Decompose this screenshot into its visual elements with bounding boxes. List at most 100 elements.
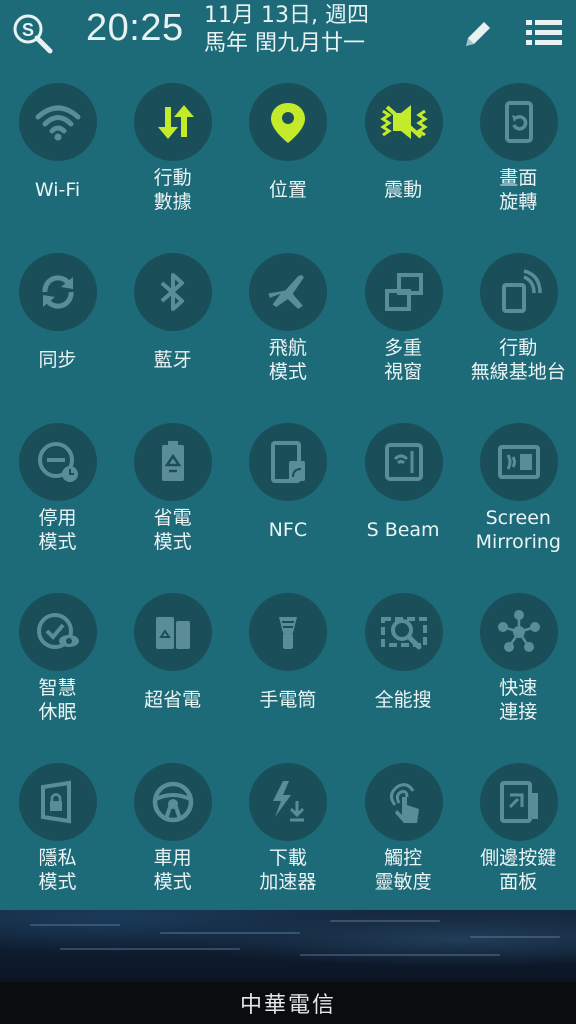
tile-sync[interactable]: 同步 xyxy=(0,238,115,408)
tile-toggle-circle[interactable] xyxy=(479,83,558,161)
tile-toggle-circle[interactable] xyxy=(19,253,97,331)
carrier-bar: 中華電信 xyxy=(0,982,576,1024)
lunar-date-label: 馬年 閏九月廿一 xyxy=(204,31,365,56)
tile-label: 飛航 模式 xyxy=(268,337,307,383)
tile-wifi[interactable]: Wi-Fi xyxy=(0,68,115,238)
ultra-power-saving-icon xyxy=(156,617,191,649)
quick-connect-icon xyxy=(497,610,540,652)
tile-toggle-circle[interactable] xyxy=(479,423,558,501)
tile-airplane[interactable]: 飛航 模式 xyxy=(230,238,345,408)
tile-label: 全能搜 xyxy=(374,689,432,711)
tile-toggle-circle[interactable] xyxy=(19,593,97,671)
tile-toggle-circle[interactable] xyxy=(249,253,328,331)
edit-pencil-icon[interactable] xyxy=(460,16,496,52)
tile-quick-connect[interactable]: 快速 連接 xyxy=(461,578,576,748)
tile-bluetooth[interactable]: 藍牙 xyxy=(115,238,230,408)
wallpaper-strip xyxy=(0,910,576,982)
tile-s-finder-search[interactable]: 全能搜 xyxy=(346,578,461,748)
tile-vibrate[interactable]: 震動 xyxy=(346,68,461,238)
tile-toggle-circle[interactable] xyxy=(134,423,213,501)
car-mode-icon xyxy=(152,781,194,823)
tile-touch-sensitivity[interactable]: 觸控 靈敏度 xyxy=(346,748,461,918)
clock: 20:25 xyxy=(86,7,184,49)
tile-label: 同步 xyxy=(38,349,77,371)
tile-toggle-circle[interactable] xyxy=(364,763,443,841)
wifi-icon xyxy=(35,105,81,141)
s-finder-search-icon xyxy=(380,617,427,650)
tile-toggle-circle[interactable] xyxy=(249,593,328,671)
bluetooth-icon xyxy=(160,273,185,311)
date-label: 11月 13日, 週四 xyxy=(204,3,369,28)
blocking-mode-icon xyxy=(38,442,78,482)
tile-label: 觸控 靈敏度 xyxy=(374,847,432,893)
tile-download-booster[interactable]: 下載 加速器 xyxy=(230,748,345,918)
tile-nfc[interactable]: NFC xyxy=(230,408,345,578)
tile-toggle-circle[interactable] xyxy=(134,253,213,331)
tile-label: 車用 模式 xyxy=(153,847,192,893)
airplane-icon xyxy=(268,275,305,310)
sync-icon xyxy=(42,275,74,309)
tile-label: 藍牙 xyxy=(153,349,192,371)
tile-toggle-circle[interactable] xyxy=(364,423,443,501)
download-booster-icon xyxy=(273,781,305,822)
tile-toggle-circle[interactable] xyxy=(19,83,97,161)
tile-toggle-circle[interactable] xyxy=(479,253,558,331)
tile-toggle-circle[interactable] xyxy=(364,593,443,671)
tile-side-key-panel[interactable]: 側邊按鍵 面板 xyxy=(461,748,576,918)
tile-flashlight[interactable]: 手電筒 xyxy=(230,578,345,748)
tile-toggle-circle[interactable] xyxy=(364,83,443,161)
tile-label: Wi-Fi xyxy=(34,179,81,201)
notification-header: S 20:25 11月 13日, 週四 馬年 閏九月廿一 xyxy=(0,0,576,68)
tile-label: 側邊按鍵 面板 xyxy=(480,847,557,893)
tile-screen-rotation[interactable]: 畫面 旋轉 xyxy=(461,68,576,238)
mobile-data-icon xyxy=(158,105,195,139)
tile-label: 畫面 旋轉 xyxy=(499,167,538,213)
screen-mirroring-icon xyxy=(497,445,540,479)
tile-screen-mirroring[interactable]: Screen Mirroring xyxy=(461,408,576,578)
s-beam-icon xyxy=(384,443,423,481)
tile-label: 隱私 模式 xyxy=(38,847,77,893)
multi-window-icon xyxy=(384,273,423,311)
tile-label: 行動 數據 xyxy=(153,167,192,213)
tile-location[interactable]: 位置 xyxy=(230,68,345,238)
tile-power-saving[interactable]: 省電 模式 xyxy=(115,408,230,578)
tile-label: 手電筒 xyxy=(259,689,317,711)
hotspot-icon xyxy=(501,269,542,313)
list-view-icon[interactable] xyxy=(524,16,564,50)
tile-mobile-data[interactable]: 行動 數據 xyxy=(115,68,230,238)
tile-toggle-circle[interactable] xyxy=(364,253,443,331)
tile-toggle-circle[interactable] xyxy=(249,83,328,161)
vibrate-icon xyxy=(379,105,428,139)
tile-car-mode[interactable]: 車用 模式 xyxy=(115,748,230,918)
private-mode-icon xyxy=(41,780,71,824)
tile-toggle-circle[interactable] xyxy=(479,763,558,841)
tile-label: 位置 xyxy=(268,179,307,201)
tile-toggle-circle[interactable] xyxy=(19,763,97,841)
tile-ultra-power-saving[interactable]: 超省電 xyxy=(115,578,230,748)
power-saving-icon xyxy=(162,441,185,481)
tile-hotspot[interactable]: 行動 無線基地台 xyxy=(461,238,576,408)
tile-smart-stay[interactable]: 智慧 休眠 xyxy=(0,578,115,748)
tile-blocking-mode[interactable]: 停用 模式 xyxy=(0,408,115,578)
tile-label: 停用 模式 xyxy=(38,507,77,553)
tile-toggle-circle[interactable] xyxy=(134,593,213,671)
tile-toggle-circle[interactable] xyxy=(134,83,213,161)
tile-toggle-circle[interactable] xyxy=(19,423,97,501)
carrier-label: 中華電信 xyxy=(239,993,336,1018)
tile-toggle-circle[interactable] xyxy=(249,763,328,841)
tile-toggle-circle[interactable] xyxy=(249,423,328,501)
tile-private-mode[interactable]: 隱私 模式 xyxy=(0,748,115,918)
tile-label: 超省電 xyxy=(144,689,202,711)
quick-settings-grid: Wi-Fi 行動 數據 位置 震動 畫面 旋轉同步 藍牙 飛航 模式 多重 視窗 行動 無線基地… xyxy=(0,68,576,910)
tile-toggle-circle[interactable] xyxy=(479,593,558,671)
side-key-panel-icon xyxy=(499,781,538,823)
tile-label: NFC xyxy=(268,519,308,541)
tile-s-beam[interactable]: S Beam xyxy=(346,408,461,578)
tile-multi-window[interactable]: 多重 視窗 xyxy=(346,238,461,408)
s-finder-icon[interactable]: S xyxy=(10,11,54,55)
location-icon xyxy=(271,103,306,143)
tile-toggle-circle[interactable] xyxy=(134,763,213,841)
tile-label: 省電 模式 xyxy=(153,507,192,553)
tile-label: 行動 無線基地台 xyxy=(470,337,566,383)
tile-label: S Beam xyxy=(366,519,440,541)
